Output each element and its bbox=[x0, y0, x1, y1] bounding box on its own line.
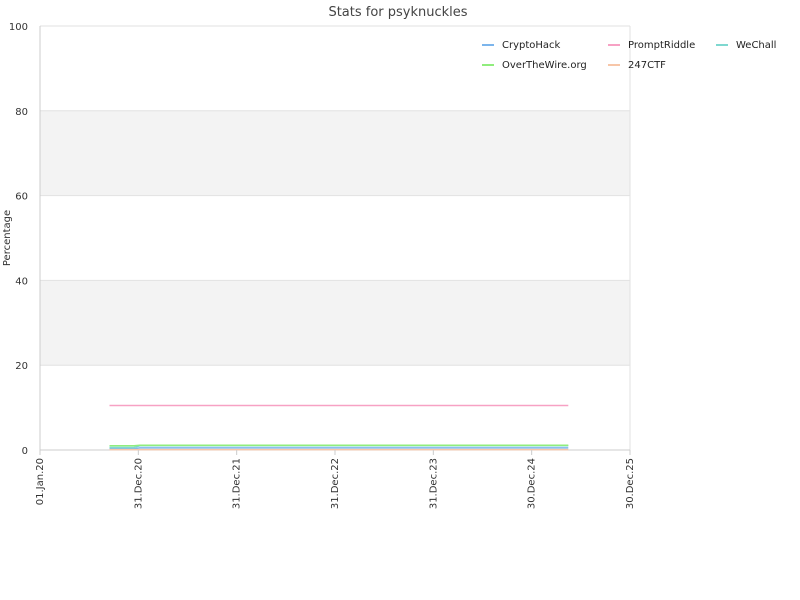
x-tick-label: 30.Dec.24 bbox=[527, 458, 538, 509]
series-line-overthewire-org bbox=[109, 444, 569, 447]
legend-label: 247CTF bbox=[628, 60, 666, 71]
plot-band bbox=[40, 365, 630, 450]
legend-label: CryptoHack bbox=[502, 40, 561, 51]
y-axis-label: Percentage bbox=[2, 210, 13, 266]
chart-title: Stats for psyknuckles bbox=[328, 5, 467, 20]
x-tick-label: 31.Dec.22 bbox=[330, 458, 341, 509]
legend-label: OverTheWire.org bbox=[502, 60, 587, 71]
x-tick-label: 31.Dec.21 bbox=[232, 458, 243, 509]
y-tick-label: 40 bbox=[15, 276, 28, 287]
plot-band bbox=[40, 280, 630, 366]
y-tick-label: 0 bbox=[22, 446, 28, 457]
plot-band bbox=[40, 195, 630, 281]
legend-label: WeChall bbox=[736, 40, 776, 51]
legend-item-wechall[interactable]: WeChall bbox=[716, 40, 776, 51]
x-tick-label: 31.Dec.20 bbox=[133, 458, 144, 509]
y-tick-label: 20 bbox=[15, 361, 28, 372]
y-tick-label: 100 bbox=[9, 22, 28, 33]
x-tick-label: 01.Jan.20 bbox=[35, 458, 46, 505]
chart: Stats for psyknuckles 0 20 40 60 80 100 01.Ja… bbox=[2, 5, 776, 509]
legend-label: PromptRiddle bbox=[628, 40, 695, 51]
y-tick-label: 60 bbox=[15, 192, 28, 203]
series-line-cryptohack bbox=[109, 447, 569, 450]
x-tick-label: 30.Dec.25 bbox=[625, 458, 636, 509]
plot-bands bbox=[40, 26, 630, 450]
plot-band bbox=[40, 110, 630, 196]
y-tick-label: 80 bbox=[15, 107, 28, 118]
x-tick-labels: 01.Jan.20 31.Dec.20 31.Dec.21 31.Dec.22 31.D… bbox=[35, 450, 636, 509]
x-tick-label: 31.Dec.23 bbox=[428, 458, 439, 509]
